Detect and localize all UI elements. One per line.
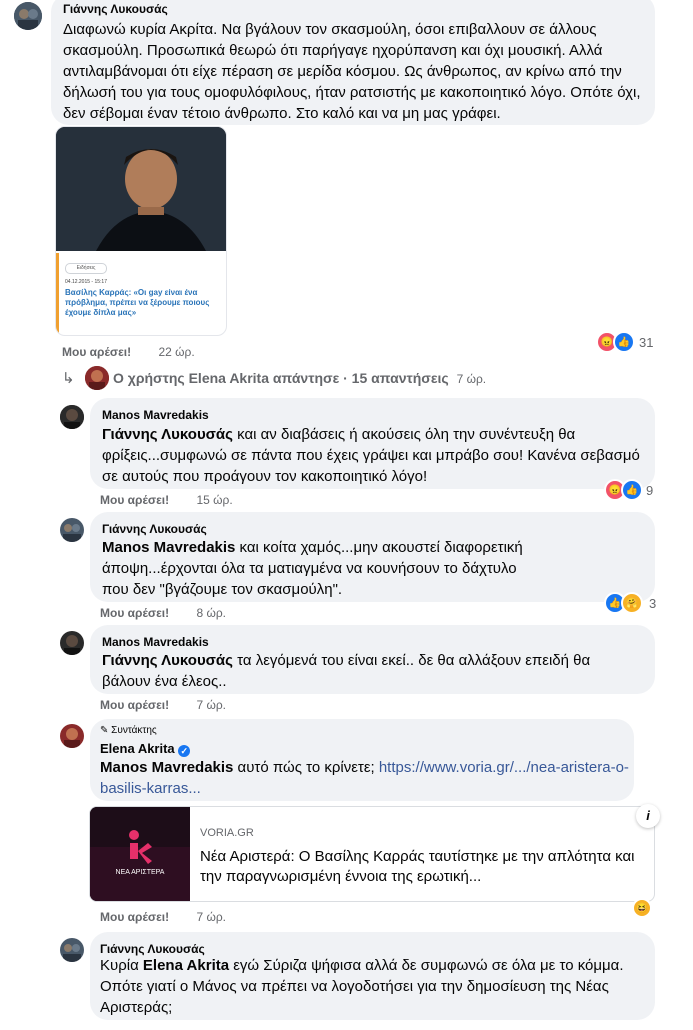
reply-actions: Μου αρέσει! 7 ώρ. <box>100 698 226 712</box>
avatar-giannis[interactable] <box>60 518 84 542</box>
haha-icon: 😆 <box>632 898 652 918</box>
reply-text: Κυρία Elena Akrita εγώ Σύριζα ψήφισα αλλ… <box>100 957 624 1016</box>
reply-bubble: Γιάννης Λυκουσάς Manos Mavredakis και κο… <box>90 512 655 602</box>
comment-text: Διαφωνώ κυρία Ακρίτα. Να βγάλουν τον σκα… <box>63 21 641 122</box>
verified-icon: ✓ <box>178 745 191 757</box>
reply-arrow-icon: ↳ <box>62 370 75 387</box>
reaction-summary[interactable]: 😠 👍 9 <box>604 479 654 501</box>
attachment-headline: Βασίλης Καρράς: «Οι gay είναι ένα πρόβλη… <box>65 288 210 317</box>
attachment-image[interactable]: Ειδήσεις 04.12.2015 - 15:17 Βασίλης Καρρ… <box>55 126 227 336</box>
like-button[interactable]: Μου αρέσει! <box>100 606 169 620</box>
mention[interactable]: Γιάννης Λυκουσάς <box>102 652 233 669</box>
like-icon: 👍 <box>613 331 635 353</box>
reaction-count: 3 <box>649 595 657 611</box>
reaction-count: 31 <box>639 334 654 350</box>
comment-actions: Μου αρέσει! 22 ώρ. <box>62 345 195 359</box>
timestamp[interactable]: 7 ώρ. <box>196 698 226 712</box>
like-button[interactable]: Μου αρέσει! <box>100 910 169 924</box>
link-preview[interactable]: ΝΕΑ ΑΡΙΣΤΕΡΑ VORIA.GR Νέα Αριστερά: Ο Βα… <box>89 806 655 902</box>
reply-author[interactable]: Manos Mavredakis <box>102 408 209 422</box>
comment-author[interactable]: Γιάννης Λυκουσάς <box>63 2 168 16</box>
avatar-giannis[interactable] <box>14 2 42 30</box>
reply-author[interactable]: Elena Akrita ✓ <box>100 741 191 757</box>
view-replies-link[interactable]: Ο χρήστης Elena Akrita απάντησε · 15 απα… <box>113 370 486 386</box>
mention[interactable]: Elena Akrita <box>143 957 229 974</box>
link-domain: VORIA.GR <box>200 827 254 839</box>
like-icon: 👍 <box>621 479 643 501</box>
comment-bubble: Γιάννης Λυκουσάς Διαφωνώ κυρία Ακρίτα. Ν… <box>51 0 655 125</box>
avatar-elena[interactable] <box>85 366 109 390</box>
reaction-summary[interactable]: 😠 👍 31 <box>596 331 654 353</box>
reply-text: Γιάννης Λυκουσάς και αν διαβάσεις ή ακού… <box>102 426 640 485</box>
mention[interactable]: Manos Mavredakis <box>100 759 233 776</box>
reply-bubble: ✎ Συντάκτης Elena Akrita ✓ Manos Mavreda… <box>90 719 634 801</box>
reaction-summary[interactable]: 👍 🤗 3 <box>604 592 657 614</box>
reaction-count: 9 <box>646 482 654 498</box>
avatar-manos[interactable] <box>60 631 84 655</box>
reply-actions: Μου αρέσει! 7 ώρ. <box>100 910 226 924</box>
like-button[interactable]: Μου αρέσει! <box>100 493 169 507</box>
reply-author[interactable]: Γιάννης Λυκουσάς <box>100 942 205 956</box>
reply-author[interactable]: Manos Mavredakis <box>102 635 209 649</box>
timestamp[interactable]: 8 ώρ. <box>196 606 226 620</box>
timestamp[interactable]: 15 ώρ. <box>196 493 232 507</box>
info-icon[interactable]: i <box>636 804 660 828</box>
attachment-photo <box>56 127 226 251</box>
attachment-accent <box>56 253 59 335</box>
reply-bubble: Manos Mavredakis Γιάννης Λυκουσάς τα λεγ… <box>90 625 655 694</box>
reply-text: Manos Mavredakis και κοίτα χαμός...μην α… <box>102 539 523 598</box>
reply-author[interactable]: Γιάννης Λυκουσάς <box>102 522 207 536</box>
link-title: Νέα Αριστερά: Ο Βασίλης Καρράς ταυτίστηκ… <box>200 848 635 885</box>
reply-actions: Μου αρέσει! 15 ώρ. <box>100 493 233 507</box>
attachment-date: 04.12.2015 - 15:17 <box>65 279 107 285</box>
avatar-elena[interactable] <box>60 724 84 748</box>
care-icon: 🤗 <box>621 592 643 614</box>
reply-text: Γιάννης Λυκουσάς τα λεγόμενά του είναι ε… <box>102 652 591 690</box>
author-badge: ✎ Συντάκτης <box>100 725 157 736</box>
avatar-manos[interactable] <box>60 405 84 429</box>
timestamp[interactable]: 22 ώρ. <box>158 345 194 359</box>
avatar-giannis[interactable] <box>60 938 84 962</box>
attachment-tag: Ειδήσεις <box>65 263 107 274</box>
link-preview-image: ΝΕΑ ΑΡΙΣΤΕΡΑ <box>90 807 190 901</box>
reply-actions: Μου αρέσει! 8 ώρ. <box>100 606 226 620</box>
like-button[interactable]: Μου αρέσει! <box>100 698 169 712</box>
link-preview-logo: ΝΕΑ ΑΡΙΣΤΕΡΑ <box>115 869 165 876</box>
reply-bubble: Γιάννης Λυκουσάς Κυρία Elena Akrita εγώ … <box>90 932 655 1020</box>
mention[interactable]: Γιάννης Λυκουσάς <box>102 426 233 443</box>
reply-bubble: Manos Mavredakis Γιάννης Λυκουσάς και αν… <box>90 398 655 489</box>
pen-icon: ✎ <box>100 725 109 736</box>
like-button[interactable]: Μου αρέσει! <box>62 345 131 359</box>
reaction-summary[interactable]: 😆 <box>632 898 652 918</box>
mention[interactable]: Manos Mavredakis <box>102 539 235 556</box>
timestamp[interactable]: 7 ώρ. <box>196 910 226 924</box>
reply-text: Manos Mavredakis αυτό πώς το κρίνετε; ht… <box>100 759 629 797</box>
